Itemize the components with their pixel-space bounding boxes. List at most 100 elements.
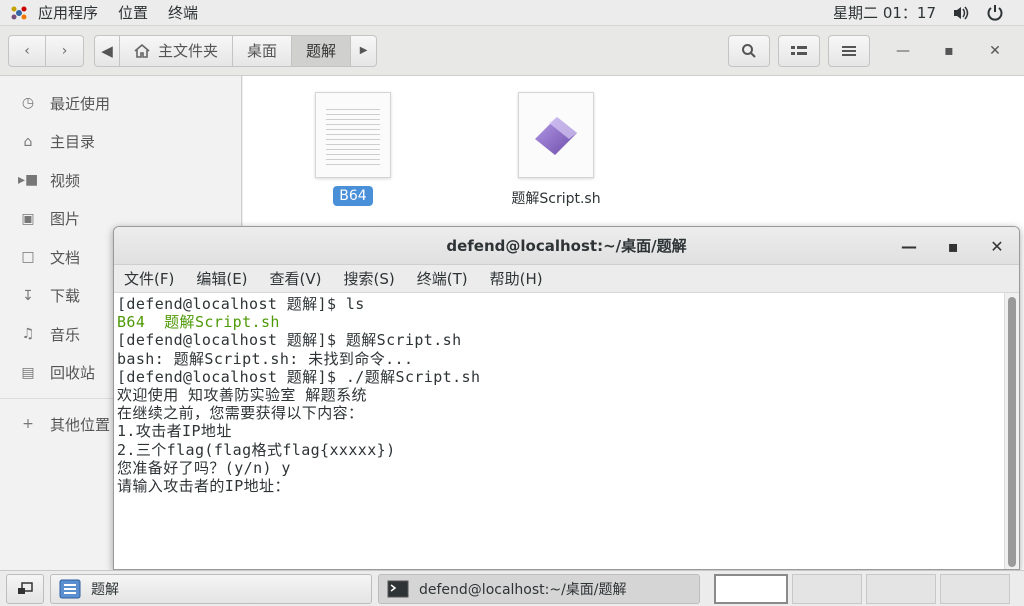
home-icon [134, 43, 150, 58]
chevron-right-icon: › [61, 42, 68, 59]
taskbar: 题解 defend@localhost:~/桌面/题解 [0, 570, 1024, 606]
terminal-menu-label: 终端 [168, 4, 199, 22]
plus-icon: + [22, 416, 34, 433]
caret-left-icon: ◀ [101, 41, 113, 60]
menu-edit[interactable]: 编辑(E) [196, 268, 247, 289]
volume-icon[interactable] [952, 5, 970, 21]
file-item-script[interactable]: 题解Script.sh [496, 92, 616, 210]
file-item-b64[interactable]: B64 [293, 92, 413, 206]
text-file-icon [315, 92, 391, 178]
workspace-1[interactable] [714, 573, 788, 604]
file-manager-toolbar: ‹ › ◀ 主文件夹 桌面 题解 ▶ — ▪ ✕ [0, 26, 1024, 76]
terminal-maximize-button[interactable]: ▪ [931, 237, 975, 256]
menu-file[interactable]: 文件(F) [124, 268, 174, 289]
scrollbar-thumb[interactable] [1008, 297, 1016, 567]
maximize-button[interactable]: ▪ [930, 43, 968, 59]
path-scroll-right-button[interactable]: ▶ [351, 34, 378, 67]
terminal-line: 请输入攻击者的IP地址： [117, 477, 290, 496]
sidebar-item-label: 视频 [50, 171, 81, 190]
top-bar: 应用程序 位置 终端 星期二 01：17 [0, 0, 1024, 26]
terminal-minimize-button[interactable]: — [887, 237, 931, 256]
view-toggle-button[interactable] [778, 34, 820, 67]
download-icon: ↧ [22, 287, 34, 304]
menu-view[interactable]: 查看(V) [270, 268, 322, 289]
list-view-icon [791, 45, 807, 55]
terminal-titlebar[interactable]: defend@localhost:~/桌面/题解 — ▪ ✕ [114, 227, 1019, 265]
chevron-left-icon: ‹ [24, 42, 30, 59]
close-button[interactable]: ✕ [976, 43, 1014, 59]
hamburger-menu-icon [842, 45, 856, 56]
trash-icon: ▤ [21, 364, 35, 381]
document-icon: □ [21, 249, 35, 266]
file-manager-icon [59, 579, 81, 598]
show-desktop-icon [18, 581, 33, 594]
video-icon: ▸■ [18, 172, 39, 189]
workspace-2[interactable] [792, 573, 862, 604]
terminal-line: 2.三个flag(flag格式flag{xxxxx}) [117, 440, 396, 459]
music-icon: ♫ [21, 326, 35, 343]
terminal-output[interactable]: [defend@localhost 题解]$ ls B64 题解Script.sh… [114, 293, 1006, 569]
taskbar-item-label: defend@localhost:~/桌面/题解 [419, 581, 627, 598]
back-button[interactable]: ‹ [8, 34, 46, 67]
terminal-line: [defend@localhost 题解]$ ls [117, 295, 365, 313]
path-item-home[interactable]: 主文件夹 [120, 34, 234, 67]
path-item-desktop-label: 桌面 [247, 42, 278, 60]
sidebar-item-label: 主目录 [50, 133, 96, 152]
power-icon[interactable] [986, 4, 1004, 22]
path-bar: ◀ 主文件夹 桌面 题解 ▶ [94, 34, 378, 67]
sidebar-item-label: 其他位置 [50, 415, 111, 434]
minimize-button[interactable]: — [884, 43, 922, 59]
path-scroll-left-button[interactable]: ◀ [94, 34, 120, 67]
terminal-line: 欢迎使用 知攻善防实验室 解题系统 [117, 386, 367, 405]
sidebar-item-home[interactable]: ⌂ 主目录 [0, 123, 241, 162]
terminal-menubar: 文件(F) 编辑(E) 查看(V) 搜索(S) 终端(T) 帮助(H) [114, 265, 1019, 293]
terminal-line: [defend@localhost 题解]$ 题解Script.sh [117, 331, 462, 350]
workspace-switcher [714, 573, 1010, 604]
forward-button[interactable]: › [46, 34, 84, 67]
menu-search[interactable]: 搜索(S) [344, 268, 395, 289]
menu-terminal[interactable]: 终端(T) [417, 268, 468, 289]
terminal-line: 您准备好了吗？(y/n) y [117, 458, 291, 477]
terminal-line: 在继续之前，您需要获得以下内容： [117, 404, 364, 423]
terminal-close-button[interactable]: ✕ [975, 237, 1019, 256]
terminal-line: bash: 题解Script.sh: 未找到命令... [117, 349, 414, 368]
terminal-window: defend@localhost:~/桌面/题解 — ▪ ✕ 文件(F) 编辑(… [113, 226, 1020, 570]
places-menu[interactable]: 位置 [108, 0, 158, 26]
sidebar-item-label: 回收站 [50, 364, 96, 383]
terminal-icon [387, 580, 409, 597]
applications-menu[interactable]: 应用程序 [0, 0, 108, 26]
maximize-icon: ▪ [944, 42, 954, 59]
file-name: B64 [333, 186, 373, 206]
terminal-line: [defend@localhost 题解]$ ./题解Script.sh [117, 367, 481, 386]
workspace-3[interactable] [866, 573, 936, 604]
path-item-current[interactable]: 题解 [292, 34, 352, 67]
sidebar-item-recent[interactable]: ◷ 最近使用 [0, 84, 241, 123]
clock-icon: ◷ [21, 95, 35, 112]
path-item-home-label: 主文件夹 [158, 42, 219, 60]
workspace-4[interactable] [940, 573, 1010, 604]
apps-logo-icon [11, 6, 27, 19]
search-icon [742, 43, 756, 58]
minimize-icon: — [896, 42, 910, 59]
clock[interactable]: 星期二 01：17 [833, 2, 936, 23]
path-item-desktop[interactable]: 桌面 [233, 34, 293, 67]
home-icon: ⌂ [23, 133, 33, 150]
menu-button[interactable] [828, 34, 870, 67]
taskbar-item-file-manager[interactable]: 题解 [50, 573, 372, 604]
taskbar-item-terminal[interactable]: defend@localhost:~/桌面/题解 [378, 573, 700, 604]
file-name: 题解Script.sh [511, 191, 601, 207]
sidebar-item-label: 图片 [50, 210, 81, 229]
terminal-line: B64 题解Script.sh [117, 313, 280, 332]
applications-menu-label: 应用程序 [38, 4, 99, 22]
sidebar-item-label: 文档 [50, 248, 81, 267]
terminal-scrollbar[interactable] [1004, 293, 1019, 569]
path-item-current-label: 题解 [306, 42, 337, 60]
nav-buttons: ‹ › [8, 34, 84, 67]
show-desktop-button[interactable] [6, 573, 44, 604]
terminal-title: defend@localhost:~/桌面/题解 [446, 237, 687, 255]
sidebar-item-videos[interactable]: ▸■ 视频 [0, 161, 241, 200]
search-button[interactable] [728, 34, 770, 67]
terminal-menu[interactable]: 终端 [158, 0, 208, 26]
sidebar-item-label: 音乐 [50, 325, 81, 344]
menu-help[interactable]: 帮助(H) [490, 268, 543, 289]
